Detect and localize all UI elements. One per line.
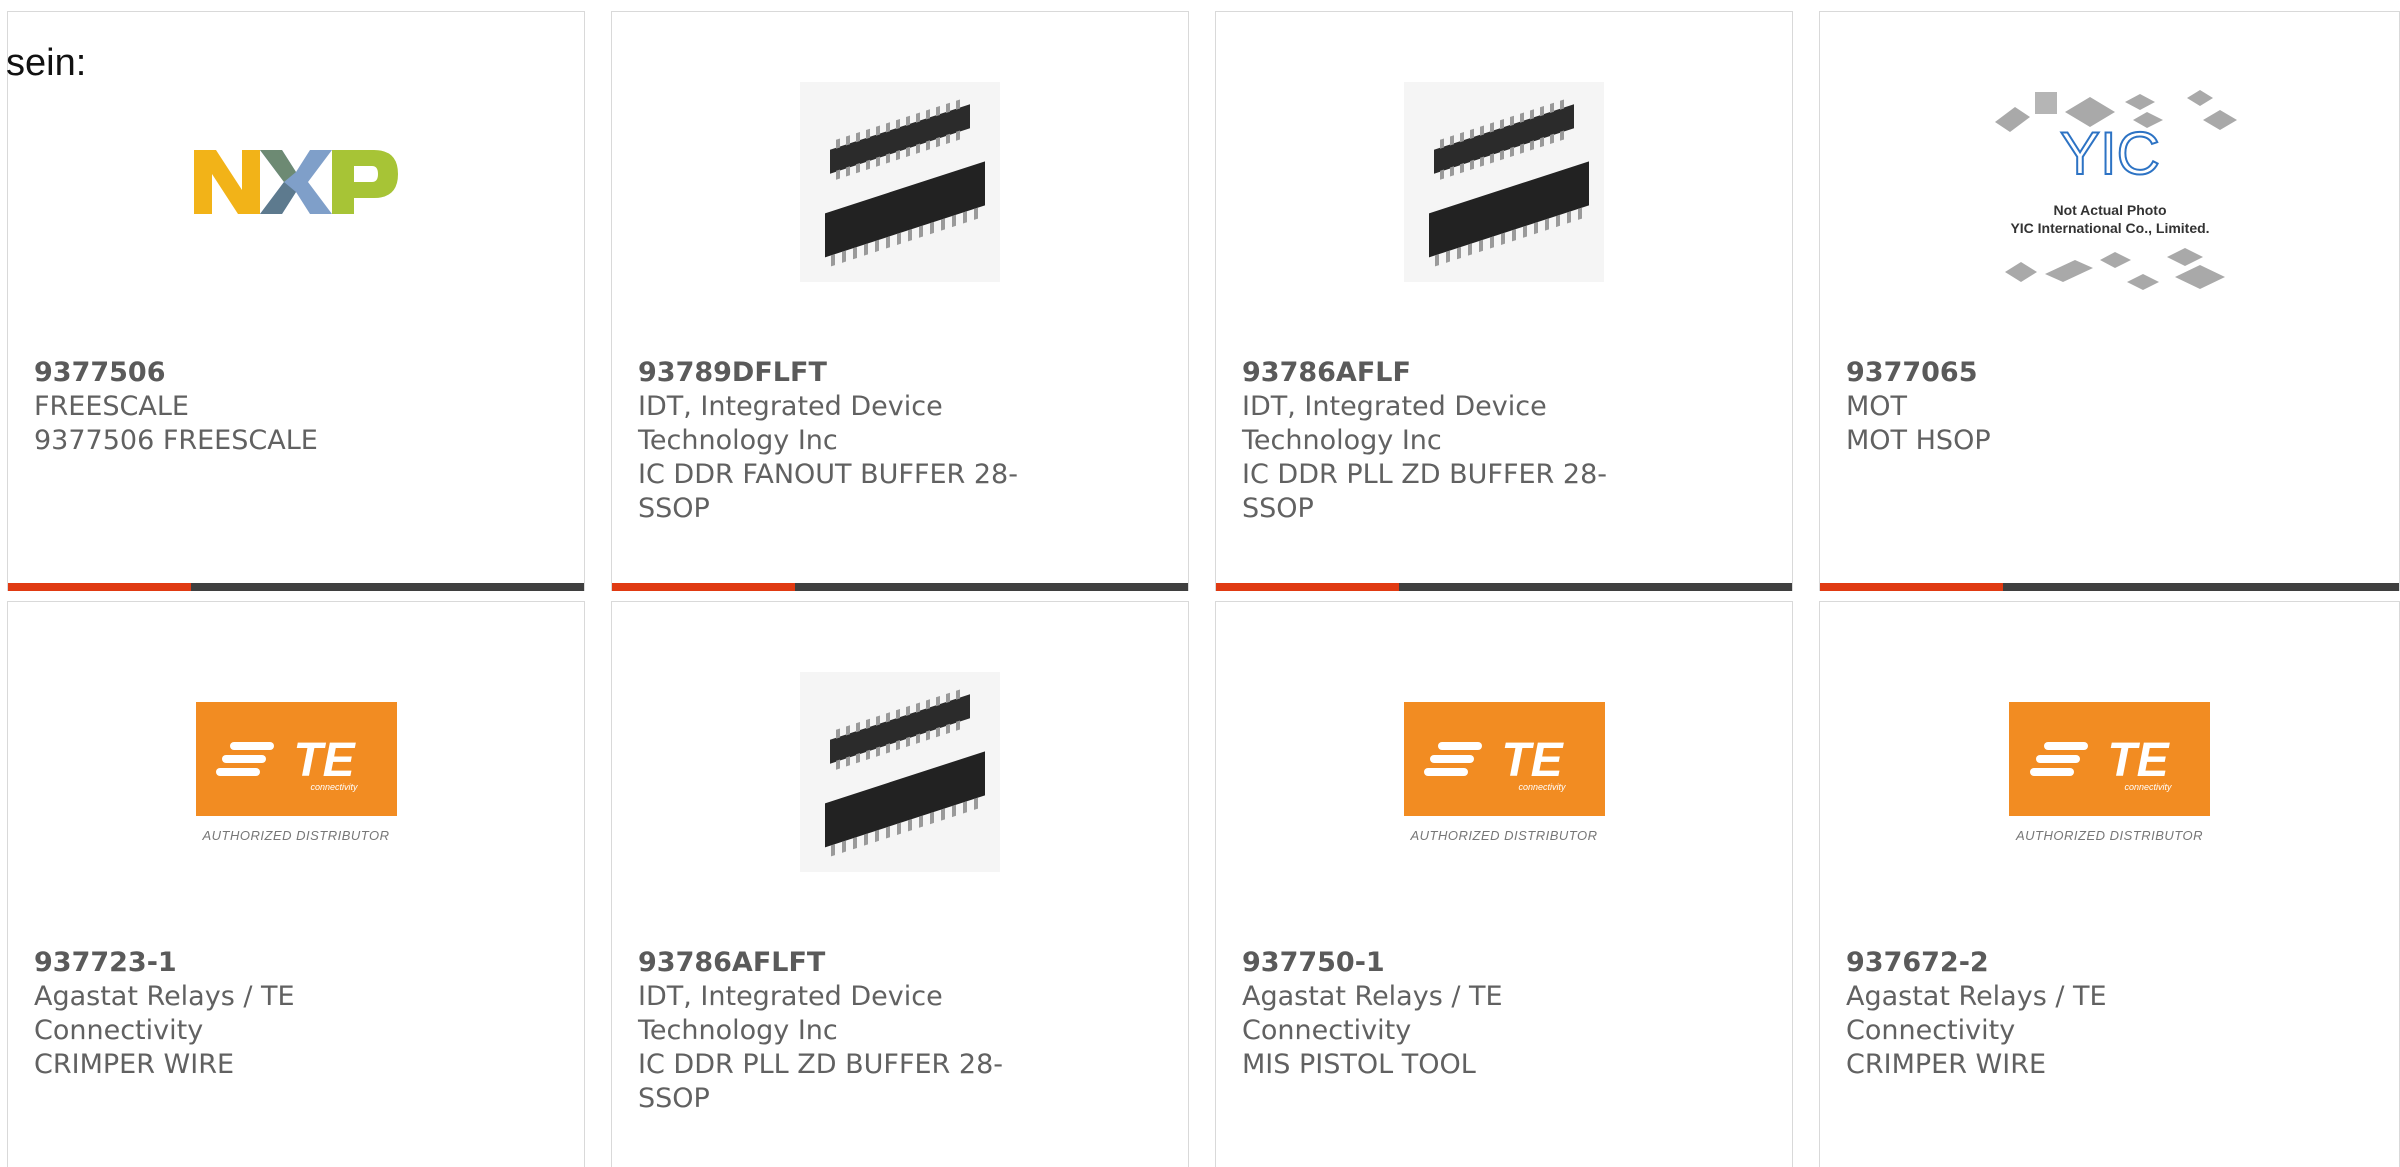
description: MOT HSOP	[1846, 425, 1991, 456]
part-number[interactable]: 93789DFLFT	[638, 356, 1068, 390]
product-image[interactable]	[8, 72, 584, 292]
description: IC DDR FANOUT BUFFER 28-SSOP	[638, 459, 1018, 524]
product-card-937750-1[interactable]: TE connectivity AUTHORIZED DISTRIBUTOR 9…	[1215, 601, 1793, 1167]
description: 9377506 FREESCALE	[34, 425, 318, 456]
card-accent-bar	[8, 583, 191, 591]
product-image[interactable]: TE connectivity AUTHORIZED DISTRIBUTOR	[8, 662, 584, 882]
chip-icon	[800, 82, 1000, 282]
chip-icon	[1404, 82, 1604, 282]
product-image[interactable]	[1216, 72, 1792, 292]
card-accent-bar	[612, 583, 795, 591]
product-card-937723-1[interactable]: TE connectivity AUTHORIZED DISTRIBUTOR 9…	[7, 601, 585, 1167]
product-card-93786AFLFT[interactable]: 93786AFLFT IDT, Integrated Device Techno…	[611, 601, 1189, 1167]
product-image[interactable]	[612, 72, 1188, 292]
manufacturer: IDT, Integrated Device Technology Inc	[1242, 391, 1547, 456]
product-info: 93786AFLF IDT, Integrated Device Technol…	[1242, 356, 1672, 526]
part-number[interactable]: 93786AFLF	[1242, 356, 1672, 390]
part-number[interactable]: 937750-1	[1242, 946, 1672, 980]
product-image[interactable]: YIC Not Actual Photo YIC International C…	[1820, 72, 2399, 292]
card-bottom-bar	[1216, 583, 1792, 591]
product-card-93786AFLF[interactable]: 93786AFLF IDT, Integrated Device Technol…	[1215, 11, 1793, 591]
yic-line2: YIC International Co., Limited.	[2010, 220, 2209, 236]
card-accent-bar	[1216, 583, 1399, 591]
te-wordmark: TE	[1501, 734, 1564, 787]
product-card-937672-2[interactable]: TE connectivity AUTHORIZED DISTRIBUTOR 9…	[1819, 601, 2400, 1167]
yic-placeholder-icon: YIC Not Actual Photo YIC International C…	[1994, 90, 2237, 290]
product-grid-page: 9377506 FREESCALE 9377506 FREESCALE 9378…	[0, 0, 2400, 1167]
description: MIS PISTOL TOOL	[1242, 1049, 1476, 1080]
product-image[interactable]: TE connectivity AUTHORIZED DISTRIBUTOR	[1216, 662, 1792, 882]
card-bottom-bar	[1820, 583, 2399, 591]
te-wordmark: TE	[2107, 734, 2170, 787]
product-info: 937723-1 Agastat Relays / TE Connectivit…	[34, 946, 464, 1082]
te-logo-icon: TE connectivity AUTHORIZED DISTRIBUTOR	[2009, 701, 2210, 843]
card-bottom-bar	[8, 583, 584, 591]
product-info: 93789DFLFT IDT, Integrated Device Techno…	[638, 356, 1068, 526]
description: IC DDR PLL ZD BUFFER 28-SSOP	[1242, 459, 1607, 524]
product-image[interactable]	[612, 662, 1188, 882]
product-info: 93786AFLFT IDT, Integrated Device Techno…	[638, 946, 1068, 1116]
manufacturer: IDT, Integrated Device Technology Inc	[638, 391, 943, 456]
part-number[interactable]: 937672-2	[1846, 946, 2276, 980]
te-caption: AUTHORIZED DISTRIBUTOR	[1410, 827, 1598, 843]
product-info: 9377065 MOT MOT HSOP	[1846, 356, 2276, 458]
part-number[interactable]: 93786AFLFT	[638, 946, 1068, 980]
part-number[interactable]: 9377506	[34, 356, 464, 390]
product-info: 9377506 FREESCALE 9377506 FREESCALE	[34, 356, 464, 458]
te-caption: AUTHORIZED DISTRIBUTOR	[202, 827, 390, 843]
manufacturer: MOT	[1846, 391, 1908, 422]
product-info: 937672-2 Agastat Relays / TE Connectivit…	[1846, 946, 2276, 1082]
manufacturer: Agastat Relays / TE Connectivity	[1846, 981, 2107, 1046]
te-sub: connectivity	[2124, 782, 2172, 792]
description: CRIMPER WIRE	[34, 1049, 235, 1080]
te-sub: connectivity	[310, 782, 358, 792]
product-image[interactable]: TE connectivity AUTHORIZED DISTRIBUTOR	[1820, 662, 2399, 882]
te-logo-icon: TE connectivity AUTHORIZED DISTRIBUTOR	[1403, 701, 1605, 843]
manufacturer: Agastat Relays / TE Connectivity	[34, 981, 295, 1046]
product-card-9377506[interactable]: 9377506 FREESCALE 9377506 FREESCALE	[7, 11, 585, 591]
te-caption: AUTHORIZED DISTRIBUTOR	[2016, 827, 2203, 843]
description: IC DDR PLL ZD BUFFER 28-SSOP	[638, 1049, 1003, 1114]
page-text-fragment: sein:	[6, 42, 87, 84]
manufacturer: Agastat Relays / TE Connectivity	[1242, 981, 1503, 1046]
yic-mark: YIC	[2059, 120, 2159, 187]
te-logo-icon: TE connectivity AUTHORIZED DISTRIBUTOR	[195, 701, 397, 843]
manufacturer: IDT, Integrated Device Technology Inc	[638, 981, 943, 1046]
product-card-93789DFLFT[interactable]: 93789DFLFT IDT, Integrated Device Techno…	[611, 11, 1189, 591]
yic-line1: Not Actual Photo	[2053, 202, 2166, 218]
card-accent-bar	[1820, 583, 2003, 591]
product-info: 937750-1 Agastat Relays / TE Connectivit…	[1242, 946, 1672, 1082]
chip-icon	[800, 672, 1000, 872]
part-number[interactable]: 9377065	[1846, 356, 2276, 390]
te-sub: connectivity	[1518, 782, 1566, 792]
nxp-logo-icon	[193, 150, 398, 214]
description: CRIMPER WIRE	[1846, 1049, 2047, 1080]
part-number[interactable]: 937723-1	[34, 946, 464, 980]
product-card-9377065[interactable]: YIC Not Actual Photo YIC International C…	[1819, 11, 2400, 591]
te-wordmark: TE	[293, 734, 356, 787]
card-bottom-bar	[612, 583, 1188, 591]
manufacturer: FREESCALE	[34, 391, 189, 422]
